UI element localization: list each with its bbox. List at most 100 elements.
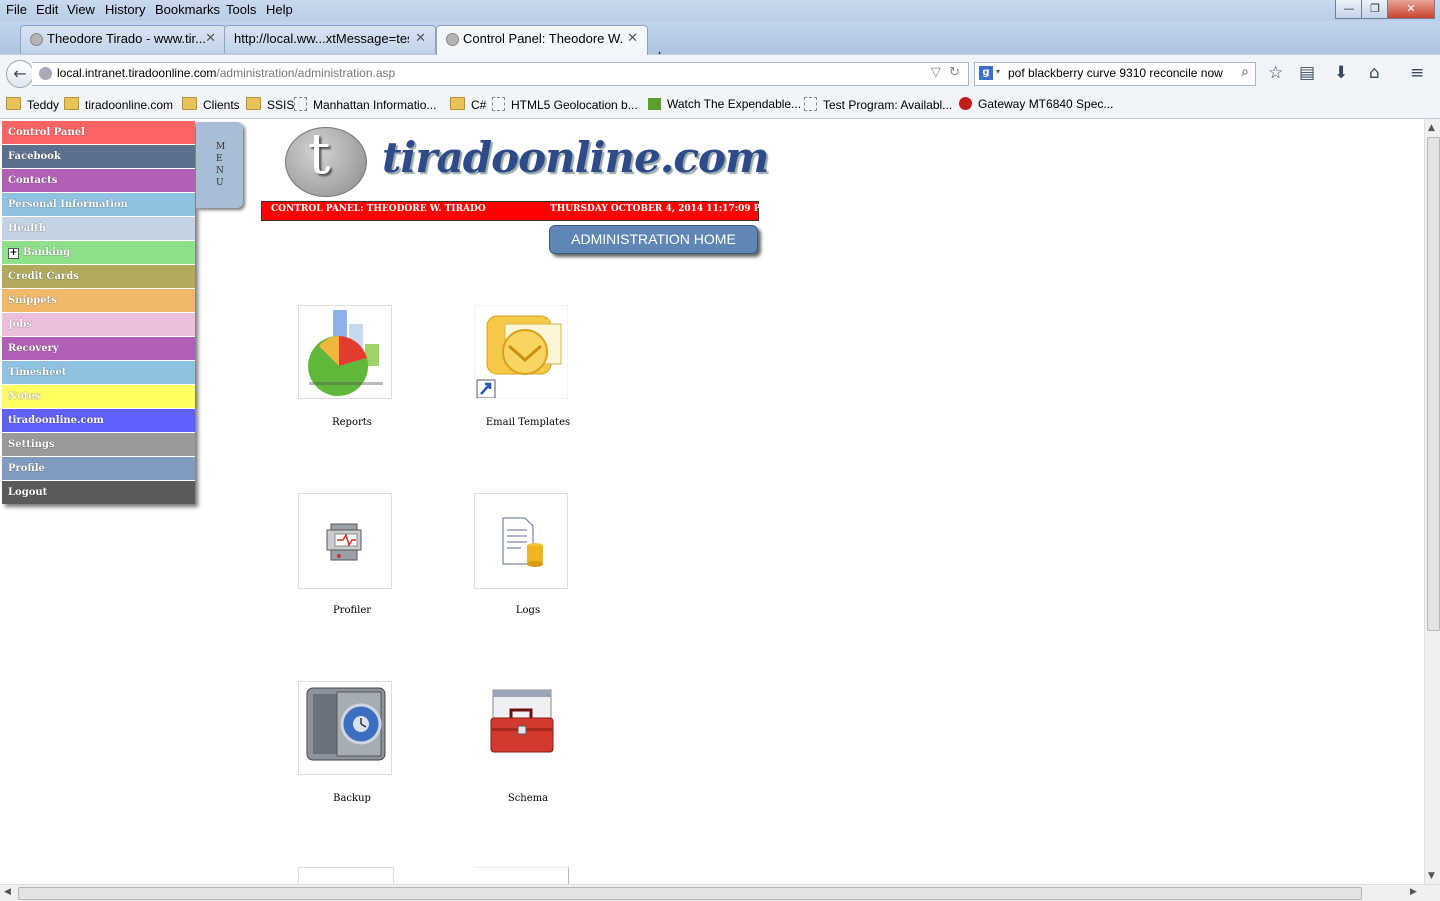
tile-label: Profiler [332, 605, 372, 616]
logo-badge: t [285, 122, 367, 197]
sidebar-item-profile[interactable]: Profile [2, 457, 195, 481]
sidebar-item-logout[interactable]: Logout [2, 481, 195, 504]
tab-local-message[interactable]: http://local.ww...xtMessage=test ✕ [224, 25, 436, 53]
menu-edit[interactable]: Edit [36, 2, 58, 17]
bookmark-clients[interactable]: Clients [182, 97, 240, 112]
reading-list-icon[interactable]: ▤ [1299, 63, 1315, 83]
tile-profiler[interactable]: Profiler [294, 489, 399, 616]
bookmark-teddy[interactable]: Teddy [6, 97, 59, 112]
email-templates-frame [474, 305, 568, 399]
menu-tools[interactable]: Tools [226, 2, 256, 17]
email-icon [476, 315, 562, 399]
sidebar-menu: Control Panel Facebook Contacts Personal… [2, 121, 195, 504]
bookmark-tiradoonline[interactable]: tiradoonline.com [64, 97, 173, 112]
tile-partial[interactable] [298, 867, 394, 884]
menu-toggle-tab[interactable]: M E N U [196, 122, 243, 208]
scroll-down-icon[interactable]: ▼ [1428, 871, 1435, 881]
sidebar-item-personal-information[interactable]: Personal Information [2, 193, 195, 217]
sidebar-item-notes[interactable]: Notes [2, 385, 195, 409]
dropdown-arrow-icon[interactable]: ▽ [931, 65, 941, 80]
search-input[interactable]: pof blackberry curve 9310 reconcile now [1008, 66, 1223, 80]
tile-backup[interactable]: Backup [294, 677, 399, 804]
bookmark-csharp[interactable]: C# [450, 97, 486, 112]
close-tab-icon[interactable]: ✕ [415, 30, 426, 46]
sidebar-item-settings[interactable]: Settings [2, 433, 195, 457]
tile-label: Schema [507, 793, 549, 804]
menu-help[interactable]: Help [266, 2, 293, 17]
hamburger-menu-icon[interactable]: ≡ [1410, 63, 1424, 83]
search-icon[interactable]: ⌕ [1241, 64, 1249, 80]
horizontal-scroll-thumb[interactable] [18, 887, 1362, 900]
close-tab-icon[interactable]: ✕ [627, 30, 638, 46]
minimize-button[interactable]: — [1335, 0, 1363, 19]
google-icon[interactable]: g [979, 66, 993, 80]
url-actions: ▽ ↻ [931, 65, 960, 80]
bookmark-manhattan[interactable]: Manhattan Informatio... [294, 97, 436, 112]
menu-history[interactable]: History [105, 2, 145, 17]
sidebar-item-recovery[interactable]: Recovery [2, 337, 195, 361]
bookmark-expendables[interactable]: Watch The Expendable... [648, 97, 801, 111]
tile-label: Email Templates [485, 417, 571, 428]
panel-title: CONTROL PANEL: THEODORE W. TIRADO [271, 204, 486, 214]
sidebar-item-timesheet[interactable]: Timesheet [2, 361, 195, 385]
reports-frame [298, 305, 392, 399]
tile-schema[interactable]: Schema [470, 677, 575, 804]
tab-control-panel[interactable]: Control Panel: Theodore W... ✕ [436, 25, 648, 55]
tab-label: Theodore Tirado - www.tir... [47, 31, 206, 46]
tile-label: Logs [515, 605, 541, 616]
bookmark-ssis[interactable]: SSIS [246, 97, 294, 112]
sidebar-item-contacts[interactable]: Contacts [2, 169, 195, 193]
tile-email-templates[interactable]: Email Templates [470, 301, 575, 428]
address-bar[interactable]: local.intranet.tiradoonline.com/administ… [32, 62, 969, 86]
tile-reports[interactable]: Reports [294, 301, 399, 428]
tile-label: Backup [333, 793, 371, 804]
engine-dropdown-icon[interactable]: ▾ [996, 67, 1000, 76]
restore-button[interactable]: ❐ [1361, 0, 1389, 19]
close-tab-icon[interactable]: ✕ [205, 30, 216, 46]
page-content: Control Panel Facebook Contacts Personal… [0, 119, 1424, 884]
sidebar-item-jobs[interactable]: Jobs [2, 313, 195, 337]
sidebar-item-control-panel[interactable]: Control Panel [2, 121, 195, 145]
folder-icon [6, 97, 21, 110]
scroll-up-icon[interactable]: ▲ [1428, 123, 1435, 133]
reload-icon[interactable]: ↻ [949, 65, 960, 80]
page-favicon-icon [30, 33, 43, 46]
scroll-right-icon[interactable]: ▶ [1410, 887, 1417, 897]
tab-theodore-tirado[interactable]: Theodore Tirado - www.tir... ✕ [20, 25, 226, 53]
download-icon[interactable]: ⬇ [1334, 63, 1348, 83]
menu-file[interactable]: File [6, 2, 27, 17]
back-button[interactable]: ← [6, 60, 34, 88]
tile-partial[interactable] [474, 867, 569, 884]
bookmark-gateway[interactable]: Gateway MT6840 Spec... [959, 97, 1113, 111]
menu-bookmarks[interactable]: Bookmarks [155, 2, 220, 17]
sidebar-item-health[interactable]: Health [2, 217, 195, 241]
vertical-scrollbar[interactable]: ▲ ▼ [1424, 119, 1440, 884]
menu-letter: N [216, 166, 224, 176]
bookmark-html5-geolocation[interactable]: HTML5 Geolocation b... [492, 97, 638, 112]
tile-logs[interactable]: Logs [470, 489, 575, 616]
logs-icon [502, 517, 543, 567]
administration-home-button[interactable]: ADMINISTRATION HOME [549, 225, 758, 254]
horizontal-scrollbar[interactable]: ◀ ▶ [0, 884, 1440, 901]
folder-icon [450, 97, 465, 110]
sidebar-item-credit-cards[interactable]: Credit Cards [2, 265, 195, 289]
schema-frame [474, 681, 568, 775]
logo-letter: t [308, 122, 331, 187]
bookmark-star-icon[interactable]: ☆ [1268, 63, 1283, 83]
sidebar-item-facebook[interactable]: Facebook [2, 145, 195, 169]
expand-icon[interactable]: + [8, 248, 19, 259]
url-text: local.intranet.tiradoonline.com/administ… [57, 66, 396, 80]
close-window-button[interactable]: ✕ [1387, 0, 1435, 19]
bookmark-test-program[interactable]: Test Program: Availabl... [804, 97, 952, 112]
sidebar-item-tiradoonline[interactable]: tiradoonline.com [2, 409, 195, 433]
vertical-scroll-thumb[interactable] [1427, 137, 1440, 631]
search-box[interactable]: g ▾ pof blackberry curve 9310 reconcile … [974, 62, 1256, 86]
menu-letter: U [216, 178, 224, 188]
video-icon [648, 98, 661, 110]
site-logo-text: tiradoonline.com [382, 133, 769, 182]
sidebar-item-banking[interactable]: + Banking [2, 241, 195, 265]
menu-view[interactable]: View [67, 2, 95, 17]
sidebar-item-snippets[interactable]: Snippets [2, 289, 195, 313]
scroll-left-icon[interactable]: ◀ [4, 887, 11, 897]
home-icon[interactable]: ⌂ [1369, 63, 1380, 83]
